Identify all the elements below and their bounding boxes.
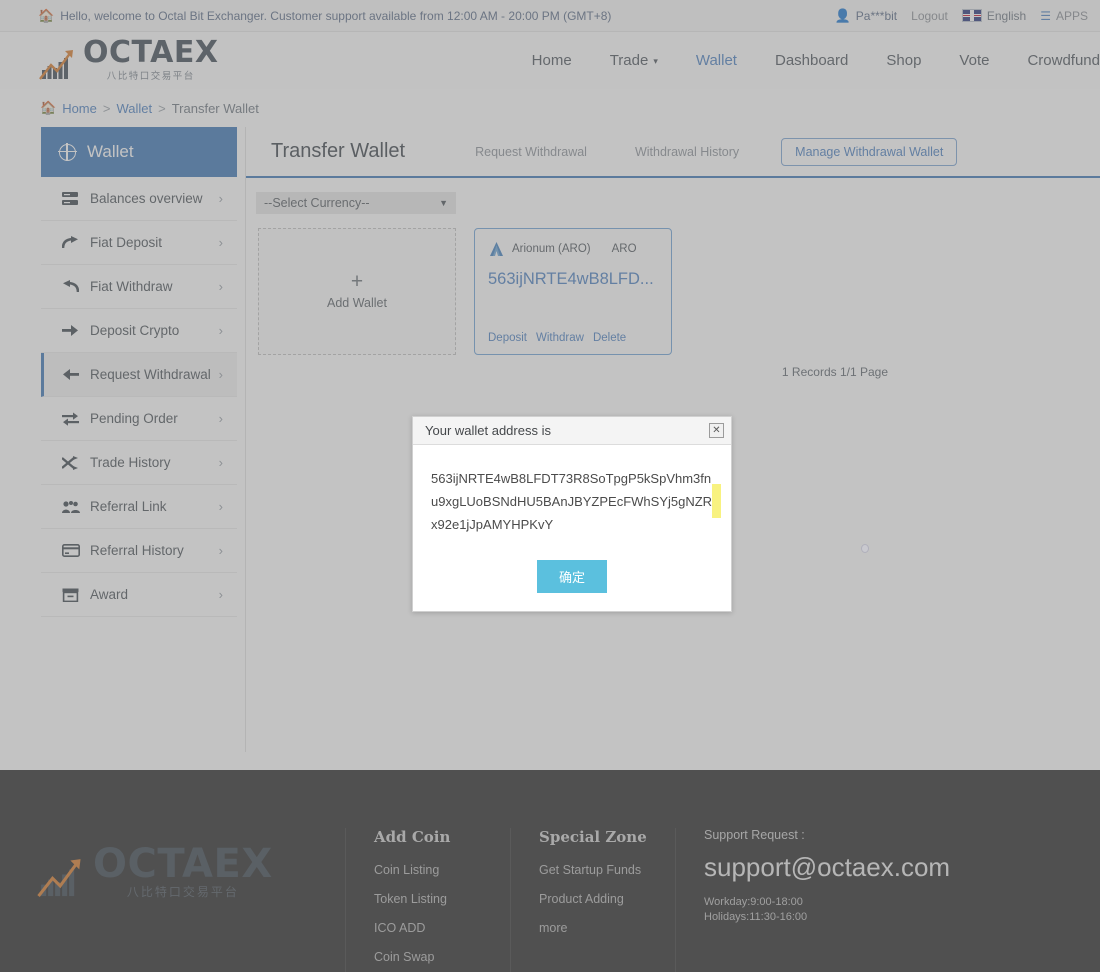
confirm-button[interactable]: 确定: [536, 560, 607, 593]
text-selection-highlight: [712, 484, 721, 518]
dialog-body: 563ijNRTE4wB8LFDT73R8SoTpgP5kSpVhm3fnu9x…: [413, 445, 731, 546]
dialog-footer: 确定: [413, 546, 731, 611]
dialog-title-bar: Your wallet address is ✕: [413, 417, 731, 445]
page-root: 🏠 Hello, welcome to Octal Bit Exchanger.…: [0, 0, 1100, 972]
wallet-address-full: 563ijNRTE4wB8LFDT73R8SoTpgP5kSpVhm3fnu9x…: [431, 467, 721, 536]
dialog-title: Your wallet address is: [425, 423, 551, 438]
wallet-address-dialog: Your wallet address is ✕ 563ijNRTE4wB8LF…: [412, 416, 732, 612]
wallet-address-text: 563ijNRTE4wB8LFDT73R8SoTpgP5kSpVhm3fnu9x…: [431, 471, 713, 532]
close-icon[interactable]: ✕: [709, 423, 724, 438]
loading-spinner-icon: [861, 544, 869, 553]
